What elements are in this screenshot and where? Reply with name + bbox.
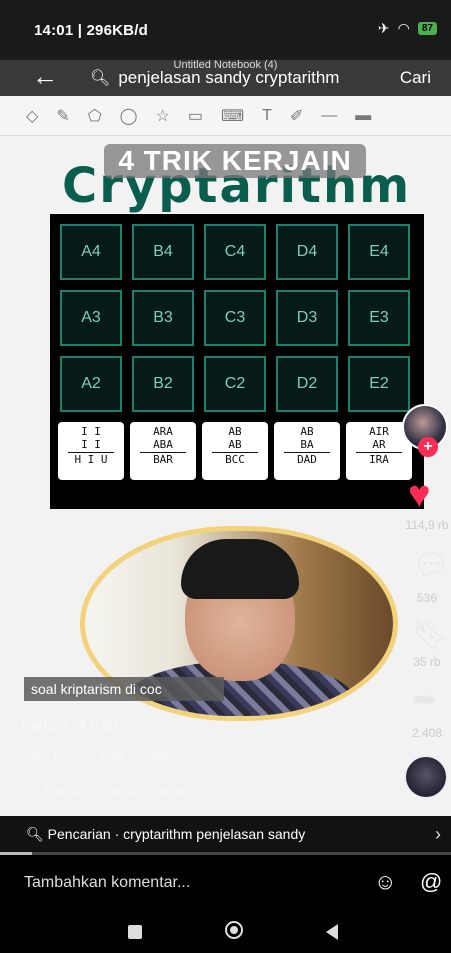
home-icon[interactable]	[225, 921, 243, 939]
equation-result: BCC	[225, 453, 245, 466]
recents-icon[interactable]	[128, 925, 142, 939]
grid-cell: B4	[132, 224, 194, 280]
grid-cell: B3	[132, 290, 194, 346]
video-headline: 4 TRIK KERJAIN	[104, 144, 366, 178]
back-icon[interactable]	[326, 924, 338, 940]
search-suggestion-bar[interactable]: 🔍︎ Pencarian · cryptarithm penjelasan sa…	[0, 816, 451, 854]
back-arrow-icon[interactable]: ←	[32, 62, 58, 90]
comment-input[interactable]: Tambahkan komentar...	[24, 874, 190, 892]
wifi-icon: ◠	[397, 20, 410, 36]
like-count: 114,9 rb	[405, 518, 449, 532]
chevron-right-icon: ›	[435, 824, 441, 844]
equation-mid: AB	[228, 438, 242, 451]
equation-card: AB AB BCC	[202, 422, 268, 480]
suggestion-text-wrap: 🔍︎ Pencarian · cryptarithm penjelasan sa…	[26, 826, 305, 843]
search-bar: Untitled Notebook (4) ← 🔍︎ penjelasan sa…	[0, 58, 451, 96]
music-credit[interactable]: ♫ - Farhan - Farhan · suar	[22, 783, 186, 799]
grid-cell: D2	[276, 356, 338, 412]
cryptarithm-board: A4 B4 C4 D4 E4 A3 B3 C3 D3 E3 A2 B2 C2 D…	[50, 214, 424, 509]
status-time: 14:01 | 296KB/d	[34, 22, 148, 39]
stroke-thick-icon: ▬	[355, 106, 372, 124]
pencil-icon: ✐	[289, 107, 304, 125]
equation-mid: BA	[300, 438, 314, 451]
equation-card: ARA ABA BAR	[130, 422, 196, 480]
grid-cell: A4	[60, 224, 122, 280]
shapes-icon: ⬠	[87, 107, 102, 125]
network-speed: 296KB/d	[86, 22, 148, 39]
equation-card: AB BA DAD	[274, 422, 340, 480]
equation-mid: AR	[372, 438, 386, 451]
grid-cell: E2	[348, 356, 410, 412]
grid-cell: C2	[204, 356, 266, 412]
airplane-icon: ✈	[377, 20, 390, 36]
grid-cell: D3	[276, 290, 338, 346]
share-count: 2.408	[411, 726, 443, 740]
grid-cell: B2	[132, 356, 194, 412]
music-disc-icon[interactable]	[404, 755, 448, 799]
comment-icon[interactable]: 💬︎	[412, 548, 450, 583]
equation-result: DAD	[297, 453, 317, 466]
status-bar: 14:01 | 296KB/d ✈ ◠ 87	[0, 0, 451, 60]
image-icon: ▭	[187, 107, 203, 125]
equation-mid: ABA	[153, 438, 173, 451]
presenter-hair	[181, 539, 299, 599]
share-icon[interactable]: ➦	[412, 682, 437, 717]
grid-cell: A2	[60, 356, 122, 412]
search-icon: 🔍︎	[90, 70, 111, 87]
bookmark-icon[interactable]: 🔖︎	[412, 618, 450, 653]
equation-card: I I I I H I U	[58, 422, 124, 480]
equation-top: AB	[228, 425, 242, 438]
equation-mid: I I	[81, 438, 101, 451]
eraser-icon: ◇	[26, 107, 39, 125]
equation-top: ARA	[153, 425, 173, 438]
grid-cell: D4	[276, 224, 338, 280]
equation-result: IRA	[369, 453, 389, 466]
comment-count: 536	[416, 591, 438, 605]
sticker-icon: ☆	[155, 107, 170, 125]
keyboard-icon: ⌨	[221, 107, 245, 125]
equation-result: H I U	[74, 453, 108, 466]
caption-overlay: soal kriptarism di coc	[24, 677, 224, 701]
grid-cell: E3	[348, 290, 410, 346]
text-icon: T	[262, 106, 272, 124]
clock: 14:01	[34, 22, 74, 39]
grid-cell: E4	[348, 224, 410, 280]
follow-plus-icon[interactable]: +	[418, 437, 438, 457]
save-count: 35 rb	[413, 655, 441, 669]
grid-cell: C4	[204, 224, 266, 280]
search-icon: 🔍︎	[26, 826, 48, 842]
author-name[interactable]: Farhan · 4 h lalu	[22, 717, 124, 733]
equation-result: BAR	[153, 453, 173, 466]
battery-icon: 87	[417, 22, 437, 35]
suggestion-text: Pencarian · cryptarithm penjelasan sandy	[47, 826, 306, 842]
search-submit-button[interactable]: Cari	[400, 68, 431, 88]
equation-top: AB	[300, 425, 314, 438]
status-icons: ✈ ◠ 87	[378, 20, 437, 37]
equation-top: I I	[81, 425, 101, 438]
lasso-icon: ◯	[119, 107, 138, 125]
search-query: penjelasan sandy cryptarithm	[118, 68, 340, 87]
mention-icon[interactable]: @	[420, 869, 442, 895]
system-nav-bar	[0, 911, 451, 953]
stroke-thin-icon: —	[321, 106, 338, 124]
like-heart-icon[interactable]: ♥	[408, 476, 431, 514]
pen-icon: ✎	[56, 107, 70, 125]
grid-cell: A3	[60, 290, 122, 346]
emoji-icon[interactable]: ☺	[374, 869, 396, 895]
video-description: cara kerjain soal cryptarithm	[22, 748, 198, 764]
grid-cell: C3	[204, 290, 266, 346]
comment-bar: Tambahkan komentar... ☺ @	[0, 855, 451, 911]
notebook-toolbar: ◇ ✎ ⬠ ◯ ☆ ▭ ⌨ T ✐ — ▬	[0, 96, 451, 136]
app-screen: 14:01 | 296KB/d ✈ ◠ 87 Untitled Notebook…	[0, 0, 451, 953]
search-input[interactable]: 🔍︎ penjelasan sandy cryptarithm	[90, 68, 339, 88]
